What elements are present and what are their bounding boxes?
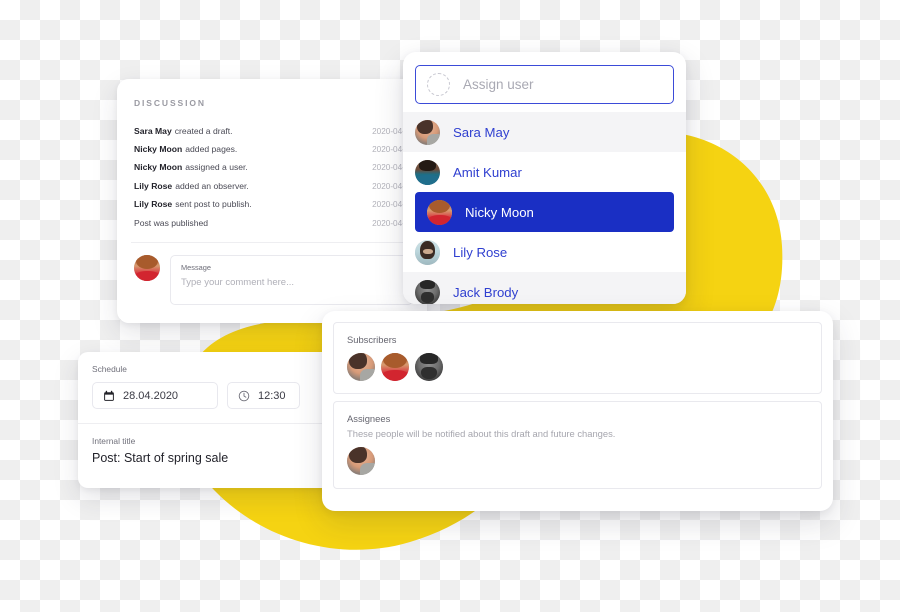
avatar[interactable] [415, 353, 443, 381]
user-option-list: Sara May Amit Kumar Nicky Moon Lily Rose [403, 112, 686, 304]
internal-title-section: Internal title Post: Start of spring sal… [78, 424, 338, 465]
nicky-moon-avatar [427, 199, 452, 225]
sara-may-avatar [415, 119, 440, 145]
assignees-description: These people will be notified about this… [347, 428, 616, 439]
sara-may-avatar [347, 353, 375, 381]
discussion-action: created a draft. [174, 125, 233, 136]
discussion-row[interactable]: Sara May created a draft. 2020-04-14 [134, 122, 427, 140]
subscribers-section: Subscribers [333, 322, 822, 394]
discussion-row[interactable]: Lily Rose added an observer. 2020-04-14 [134, 177, 427, 195]
avatar[interactable] [347, 353, 375, 381]
user-option-label: Nicky Moon [465, 204, 534, 220]
avatar[interactable] [347, 447, 375, 475]
user-option-label: Sara May [453, 124, 510, 140]
discussion-row[interactable]: Lily Rose sent post to publish. 2020-04-… [134, 196, 427, 214]
avatar [415, 239, 440, 265]
avatar [415, 119, 440, 145]
sara-may-avatar [347, 447, 375, 475]
discussion-card: DISCUSSION Sara May created a draft. 202… [117, 79, 427, 323]
nicky-moon-avatar [381, 353, 409, 381]
amit-kumar-avatar [415, 159, 440, 185]
user-option-lily-rose[interactable]: Lily Rose [403, 232, 686, 272]
assign-user-dropdown: Assign user Sara May Amit Kumar Nicky Mo [403, 52, 686, 304]
subscribers-avatar-row [347, 353, 808, 381]
calendar-icon [104, 390, 114, 401]
avatar [427, 199, 452, 225]
schedule-time-input[interactable]: 12:30 [227, 382, 300, 409]
avatar [415, 159, 440, 185]
internal-title-value[interactable]: Post: Start of spring sale [92, 451, 324, 465]
discussion-heading: DISCUSSION [134, 98, 206, 108]
schedule-time-value: 12:30 [258, 389, 286, 402]
user-option-label: Amit Kumar [453, 164, 522, 180]
screenshot-stage: DISCUSSION Sara May created a draft. 202… [0, 0, 900, 612]
schedule-card: Schedule 28.04.2020 12:30 Internal title… [78, 352, 338, 488]
lily-rose-avatar [415, 239, 440, 265]
discussion-actor: Nicky Moon [134, 162, 183, 173]
assignees-label: Assignees [347, 413, 391, 424]
comment-placeholder: Type your comment here... [181, 277, 294, 289]
discussion-action: assigned a user. [185, 162, 248, 173]
subscribers-assignees-card: Subscribers Assignees These people will … [322, 311, 833, 511]
discussion-actor: Lily Rose [134, 199, 173, 210]
nicky-moon-avatar [134, 255, 160, 282]
discussion-actor: Sara May [134, 125, 172, 136]
assignees-section: Assignees These people will be notified … [333, 401, 822, 489]
discussion-list: Sara May created a draft. 2020-04-14 Nic… [117, 122, 427, 232]
schedule-date-input[interactable]: 28.04.2020 [92, 382, 218, 409]
clock-icon [238, 390, 250, 401]
comment-input[interactable]: Message Type your comment here... [170, 255, 413, 306]
avatar[interactable] [381, 353, 409, 381]
jack-brody-avatar [415, 353, 443, 381]
schedule-section: Schedule 28.04.2020 12:30 [78, 352, 338, 409]
user-option-sara-may[interactable]: Sara May [403, 112, 686, 152]
schedule-label: Schedule [92, 364, 127, 374]
discussion-row[interactable]: Post was published 2020-04-28 [134, 214, 427, 232]
avatar [415, 279, 440, 304]
discussion-actor: Lily Rose [134, 180, 173, 191]
assignees-avatar-row [347, 447, 808, 475]
comment-label: Message [181, 263, 211, 273]
jack-brody-avatar [415, 279, 440, 304]
subscribers-label: Subscribers [347, 334, 397, 345]
user-option-label: Lily Rose [453, 244, 508, 260]
discussion-action: added pages. [185, 143, 238, 154]
discussion-action: added an observer. [175, 180, 249, 191]
assign-user-search[interactable]: Assign user [415, 65, 674, 104]
internal-title-label: Internal title [92, 436, 136, 446]
discussion-row[interactable]: Nicky Moon added pages. 2020-04-14 [134, 140, 427, 158]
dashed-circle-avatar-placeholder-icon [427, 73, 450, 96]
discussion-action: Post was published [134, 217, 209, 228]
user-option-jack-brody[interactable]: Jack Brody [403, 272, 686, 304]
avatar [134, 255, 160, 282]
assign-user-placeholder: Assign user [463, 77, 534, 92]
schedule-date-value: 28.04.2020 [123, 389, 179, 402]
comment-composer: Message Type your comment here... [117, 243, 427, 306]
discussion-action: sent post to publish. [175, 199, 252, 210]
user-option-label: Jack Brody [453, 284, 519, 300]
discussion-row[interactable]: Nicky Moon assigned a user. 2020-04-14 [134, 159, 427, 177]
user-option-nicky-moon[interactable]: Nicky Moon [415, 192, 674, 232]
discussion-actor: Nicky Moon [134, 143, 183, 154]
schedule-fields: 28.04.2020 12:30 [92, 382, 324, 409]
user-option-amit-kumar[interactable]: Amit Kumar [403, 152, 686, 192]
